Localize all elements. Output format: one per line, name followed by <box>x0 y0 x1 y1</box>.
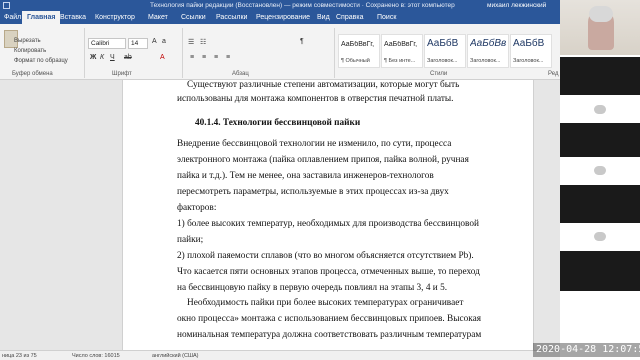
title-bar: Технология пайки редакции (Восстановлен)… <box>0 0 560 11</box>
section-heading: 40.1.4. Технологии бессвинцовой пайки <box>195 118 361 128</box>
style-sample: АаБбВ <box>427 38 459 49</box>
language-indicator[interactable]: английский (США) <box>152 351 199 360</box>
tab-help[interactable]: Справка <box>336 11 363 24</box>
doc-line: использованы для монтажа компонентов в о… <box>177 94 454 104</box>
align-left-icon[interactable]: ≡ <box>190 54 194 61</box>
style-sample: АаБбВ <box>513 38 545 49</box>
style-heading-3[interactable]: АаБбВ Заголовок... <box>510 34 552 68</box>
doc-line: пересмотреть параметры, используемые в э… <box>177 187 449 197</box>
word-window: Технология пайки редакции (Восстановлен)… <box>0 0 560 360</box>
ribbon: Вырезать Копировать Формат по образцу Бу… <box>0 24 560 80</box>
doc-line: номинальная температура должна соответст… <box>177 330 482 340</box>
divider <box>334 28 335 78</box>
document-title: Технология пайки редакции (Восстановлен)… <box>150 2 455 9</box>
ribbon-tabs: Файл Главная Вставка Конструктор Макет С… <box>0 11 560 24</box>
font-grow-icon[interactable]: A <box>152 38 157 45</box>
font-group-label: Шрифт <box>112 71 132 77</box>
tab-home[interactable]: Главная <box>22 11 61 24</box>
participant-tile[interactable] <box>560 123 640 157</box>
doc-line: на бессвинцовую пайку в первую очередь п… <box>177 283 448 293</box>
style-name: Заголовок... <box>513 58 544 64</box>
participant-tile[interactable] <box>560 223 640 251</box>
bold-icon[interactable]: Ж <box>90 54 96 61</box>
justify-icon[interactable]: ≡ <box>226 54 230 61</box>
avatar-placeholder-icon <box>594 105 606 114</box>
doc-line: электронного монтажа (пайка оплавлением … <box>177 155 469 165</box>
style-name: ¶ Без инте... <box>384 58 416 64</box>
doc-line: Что касается пяти основных этапов процес… <box>177 267 480 277</box>
style-heading-2[interactable]: АаБбВв Заголовок... <box>467 34 509 68</box>
tab-design[interactable]: Конструктор <box>95 11 135 24</box>
bullets-icon[interactable]: ☰ <box>188 38 194 46</box>
word-count[interactable]: Число слов: 16015 <box>72 351 120 360</box>
font-color-icon[interactable]: A <box>160 54 165 61</box>
doc-line: факторов: <box>177 203 217 213</box>
recording-timestamp: 2020-04-28 12:07:53 <box>533 343 640 357</box>
tab-insert[interactable]: Вставка <box>60 11 86 24</box>
cut-button[interactable]: Вырезать <box>14 38 41 44</box>
status-bar: ница 23 из 75 Число слов: 16015 английск… <box>0 350 560 360</box>
avatar-placeholder-icon <box>594 166 606 175</box>
font-size-select[interactable]: 14 <box>128 38 148 49</box>
style-sample: АаБбВв <box>470 38 507 49</box>
style-heading-1[interactable]: АаБбВ Заголовок... <box>424 34 466 68</box>
participant-hair <box>589 6 613 22</box>
participant-tile[interactable] <box>560 157 640 185</box>
style-name: Заголовок... <box>427 58 458 64</box>
divider <box>84 28 85 78</box>
style-normal[interactable]: АаБбВвГг, ¶ Обычный <box>338 34 380 68</box>
doc-line: окно процесса» монтажа с использованием … <box>177 314 482 324</box>
user-name[interactable]: михаил лекжинский <box>487 0 546 11</box>
format-painter-button[interactable]: Формат по образцу <box>14 58 68 64</box>
tab-mailings[interactable]: Рассылки <box>216 11 247 24</box>
doc-line: пайка и т.д.). Тем не менее, она застави… <box>177 171 434 181</box>
paragraph-group-label: Абзац <box>232 71 249 77</box>
style-name: Заголовок... <box>470 58 501 64</box>
tab-review[interactable]: Рецензирование <box>256 11 310 24</box>
tab-references[interactable]: Ссылки <box>181 11 206 24</box>
copy-button[interactable]: Копировать <box>14 48 46 54</box>
tab-file[interactable]: Файл <box>4 11 21 24</box>
avatar-placeholder-icon <box>594 232 606 241</box>
styles-group-label: Стили <box>430 71 448 77</box>
tab-search[interactable]: Поиск <box>377 11 396 24</box>
participant-tile[interactable] <box>560 291 640 343</box>
font-shrink-icon[interactable]: a <box>162 38 166 45</box>
font-name-select[interactable]: Calibri <box>88 38 126 49</box>
participant-video-main[interactable] <box>560 0 640 55</box>
video-call-panel <box>560 0 640 360</box>
participant-tile[interactable] <box>560 95 640 123</box>
clipboard-group-label: Буфер обмена <box>12 71 53 77</box>
strikethrough-icon[interactable]: ab <box>124 54 132 61</box>
page-counter[interactable]: ница 23 из 75 <box>2 351 37 360</box>
editing-group-label: Ред <box>548 71 559 77</box>
participant-tile[interactable] <box>560 57 640 95</box>
pilcrow-icon[interactable]: ¶ <box>300 38 304 45</box>
style-sample: АаБбВвГг, <box>341 41 375 48</box>
doc-line: 1) более высоких температур, необходимых… <box>177 219 479 229</box>
quick-access-icon[interactable] <box>3 2 10 9</box>
style-name: ¶ Обычный <box>341 58 370 64</box>
italic-icon[interactable]: К <box>100 54 104 61</box>
participant-tile[interactable] <box>560 251 640 291</box>
align-center-icon[interactable]: ≡ <box>202 54 206 61</box>
numbering-icon[interactable]: ☷ <box>200 38 206 46</box>
doc-line: Существуют различные степени автоматизац… <box>187 80 460 90</box>
doc-line: пайки; <box>177 235 204 245</box>
doc-line: Необходимость пайки при более высоких те… <box>187 298 464 308</box>
doc-line: Внедрение бессвинцовой технологии не изм… <box>177 139 452 149</box>
tab-view[interactable]: Вид <box>317 11 330 24</box>
underline-icon[interactable]: Ч <box>110 54 115 61</box>
style-no-spacing[interactable]: АаБбВвГг, ¶ Без инте... <box>381 34 423 68</box>
divider <box>182 28 183 78</box>
tab-layout[interactable]: Макет <box>148 11 168 24</box>
participant-tile[interactable] <box>560 185 640 223</box>
align-right-icon[interactable]: ≡ <box>214 54 218 61</box>
style-sample: АаБбВвГг, <box>384 41 418 48</box>
doc-line: 2) плохой паяемости сплавов (что во мног… <box>177 251 474 261</box>
